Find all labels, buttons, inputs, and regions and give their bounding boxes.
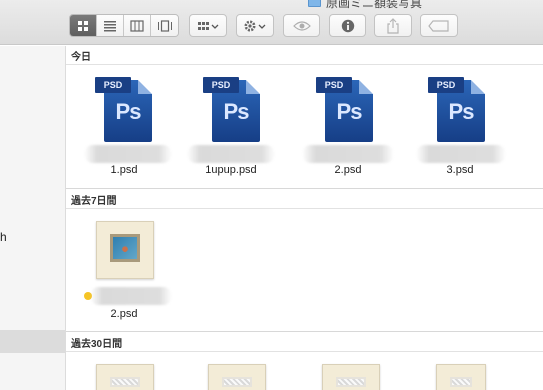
share-button[interactable] [374, 14, 412, 37]
share-icon [387, 17, 399, 34]
redacted-metadata [187, 145, 275, 163]
file-name: 1upup.psd [205, 164, 257, 176]
file-name: 2.psd [334, 164, 362, 176]
section-header-today: 今日 [66, 46, 543, 65]
psd-file-icon: PSD Ps [95, 77, 153, 143]
section-header-past-7-days: 過去7日間 [66, 190, 543, 209]
file-name: 1.psd [110, 164, 138, 176]
list-view-button[interactable] [97, 15, 124, 36]
image-thumbnail[interactable] [322, 364, 380, 390]
psd-file-icon: PSD Ps [316, 77, 374, 143]
section-header-past-30-days: 過去30日間 [66, 333, 543, 352]
file-name: 2.psd [110, 308, 138, 320]
window-title: 原画ミニ額装写真 [308, 0, 423, 10]
sidebar: h [0, 46, 66, 390]
cover-flow-view-button[interactable] [151, 15, 178, 36]
psd-file-icon: PSD Ps [203, 77, 261, 143]
file-name: 3.psd [446, 164, 474, 176]
gear-icon [244, 20, 266, 31]
toolbar: 原画ミニ額装写真 [0, 0, 543, 45]
image-thumbnail[interactable] [208, 364, 266, 390]
eye-icon [292, 20, 311, 31]
psd-file-icon: PSD Ps [428, 77, 486, 143]
redacted-metadata [416, 145, 506, 163]
tags-button[interactable] [420, 14, 458, 37]
redacted-metadata [302, 145, 394, 163]
redacted-metadata [84, 145, 172, 163]
window-title-text: 原画ミニ額装写真 [326, 0, 423, 10]
tag-icon [428, 19, 449, 32]
icon-view-icon [78, 20, 88, 31]
sidebar-item-selected[interactable] [0, 330, 66, 353]
redacted-metadata [90, 287, 172, 305]
file-browser: 今日 PSD Ps 1.psd PSD Ps 1upup.psd PSD Ps … [66, 46, 543, 390]
sidebar-item-label[interactable]: h [0, 230, 7, 244]
arrange-button[interactable] [189, 14, 227, 37]
image-thumbnail [96, 221, 154, 279]
icon-view-button[interactable] [70, 15, 97, 36]
cover-flow-icon [157, 19, 172, 32]
quick-look-button[interactable] [283, 14, 320, 37]
arrange-grid-icon [198, 21, 219, 30]
list-view-icon [104, 20, 116, 31]
image-thumbnail[interactable] [436, 364, 486, 390]
view-mode-control [69, 14, 179, 37]
folder-icon [308, 0, 321, 7]
column-view-button[interactable] [124, 15, 151, 36]
column-view-icon [130, 19, 144, 32]
action-button[interactable] [236, 14, 274, 37]
image-thumbnail[interactable] [96, 364, 154, 390]
section-divider [66, 331, 543, 332]
info-icon [341, 19, 354, 32]
section-divider [66, 188, 543, 189]
get-info-button[interactable] [329, 14, 366, 37]
